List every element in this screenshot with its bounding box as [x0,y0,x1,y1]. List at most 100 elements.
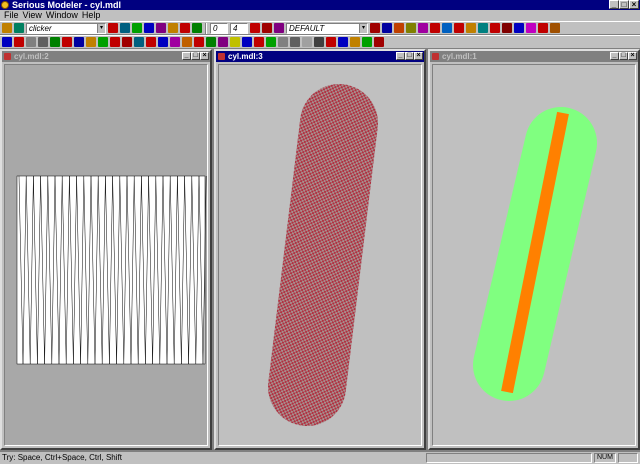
menu-file[interactable]: File [4,10,19,21]
toolbar-tool-icon[interactable] [206,37,216,47]
animation-combo-value: DEFAULT [289,23,325,33]
open-texture-icon[interactable] [14,23,24,33]
toolbar-tool-icon[interactable] [394,23,404,33]
toolbar-tool-icon[interactable] [2,37,12,47]
toolbar-tool-icon[interactable] [430,23,440,33]
toolbar-tool-icon[interactable] [110,37,120,47]
toolbar-tool-icon[interactable] [146,37,156,47]
toolbar-tool-icon[interactable] [158,37,168,47]
toolbar-tool-icon[interactable] [218,37,228,47]
app-icon [1,1,9,9]
toolbar-tool-icon[interactable] [350,37,360,47]
toolbar-tool-icon[interactable] [98,37,108,47]
toolbar-tool-icon[interactable] [62,37,72,47]
toolbar-tool-icon[interactable] [192,23,202,33]
mapping-viewport[interactable] [432,64,636,446]
toolbar-tool-icon[interactable] [550,23,560,33]
viewport-window-wireframe[interactable]: cyl.mdl:2 _ □ × [0,49,212,450]
toolbar-tool-icon[interactable] [266,37,276,47]
toolbar-tool-icon[interactable] [194,37,204,47]
toolbar-tool-icon[interactable] [362,37,372,47]
play-anim-icon[interactable] [262,23,272,33]
minimize-button[interactable]: _ [396,52,405,60]
toolbar-tool-icon[interactable] [302,37,312,47]
toolbar-tool-icon[interactable] [168,23,178,33]
toolbar-tool-icon[interactable] [170,37,180,47]
minimize-button[interactable]: _ [182,52,191,60]
close-button[interactable]: × [414,52,423,60]
play-icon[interactable] [250,23,260,33]
minimize-button[interactable]: _ [609,0,619,9]
toolbar-tool-icon[interactable] [120,23,130,33]
wireframe-viewport[interactable] [4,64,208,446]
menu-view[interactable]: View [23,10,42,21]
minimize-button[interactable]: _ [610,52,619,60]
toolbar-tool-icon[interactable] [406,23,416,33]
toolbar-tool-icon[interactable] [502,23,512,33]
window-title: cyl.mdl:1 [442,52,477,61]
menu-help[interactable]: Help [82,10,101,21]
toolbar-tool-icon[interactable] [538,23,548,33]
toolbar-tool-icon[interactable] [144,23,154,33]
num-lock-indicator: NUM [594,453,616,463]
toolbar-tool-icon[interactable] [156,23,166,33]
toolbar-tool-icon[interactable] [38,37,48,47]
open-model-icon[interactable] [2,23,12,33]
toolbar-tool-icon[interactable] [14,37,24,47]
toolbar-tool-icon[interactable] [278,37,288,47]
chevron-down-icon[interactable]: ▾ [97,23,105,33]
toolbar-tool-icon[interactable] [132,23,142,33]
toolbar-tool-icon[interactable] [466,23,476,33]
toolbar-tool-icon[interactable] [454,23,464,33]
toolbar-tool-icon[interactable] [526,23,536,33]
toolbar-tool-icon[interactable] [182,37,192,47]
close-button[interactable]: × [629,0,639,9]
toolbar-tool-icon[interactable] [514,23,524,33]
toolbar-separator [205,22,207,34]
close-button[interactable]: × [628,52,637,60]
toolbar-tool-icon[interactable] [418,23,428,33]
anim-settings-icon[interactable] [274,23,284,33]
title-bar: Serious Modeler - cyl.mdl _ □ × [0,0,640,10]
textured-viewport[interactable] [218,64,422,446]
toolbar-tool-icon[interactable] [180,23,190,33]
viewport-window-mapping[interactable]: cyl.mdl:1 _ □ × [428,49,640,450]
chevron-down-icon[interactable]: ▾ [359,23,367,33]
toolbar-tool-icon[interactable] [442,23,452,33]
toolbar-tool-icon[interactable] [382,23,392,33]
toolbar-tool-icon[interactable] [314,37,324,47]
toolbar-tool-icon[interactable] [50,37,60,47]
maximize-button[interactable]: □ [619,52,628,60]
texture-combo[interactable]: clicker ▾ [26,22,106,34]
toolbar-tool-icon[interactable] [134,37,144,47]
animation-combo[interactable]: DEFAULT ▾ [286,22,368,34]
viewport-window-textured[interactable]: cyl.mdl:3 _ □ × [214,49,426,450]
toolbar-tool-icon[interactable] [26,37,36,47]
window-title-bar[interactable]: cyl.mdl:1 _ □ × [430,51,638,62]
toolbar-tool-icon[interactable] [478,23,488,33]
toolbar-tool-icon[interactable] [338,37,348,47]
window-title-bar[interactable]: cyl.mdl:3 _ □ × [216,51,424,62]
toolbar-tool-icon[interactable] [242,37,252,47]
toolbar-tool-icon[interactable] [108,23,118,33]
toolbar-tool-icon[interactable] [86,37,96,47]
toolbar-tool-icon[interactable] [74,37,84,47]
close-button[interactable]: × [200,52,209,60]
toolbar-tool-icon[interactable] [230,37,240,47]
maximize-button[interactable]: □ [405,52,414,60]
textured-cylinder [268,84,378,426]
maximize-button[interactable]: □ [191,52,200,60]
model-icon [432,53,439,60]
window-title-bar[interactable]: cyl.mdl:2 _ □ × [2,51,210,62]
toolbar-tool-icon[interactable] [326,37,336,47]
toolbar-tool-icon[interactable] [370,23,380,33]
toolbar-tool-icon[interactable] [490,23,500,33]
frame-start-field[interactable]: 0 [210,22,228,34]
maximize-button[interactable]: □ [619,0,629,9]
toolbar-tool-icon[interactable] [122,37,132,47]
frame-end-field[interactable]: 4 [230,22,248,34]
toolbar-tool-icon[interactable] [374,37,384,47]
toolbar-tool-icon[interactable] [290,37,300,47]
menu-window[interactable]: Window [46,10,78,21]
toolbar-tool-icon[interactable] [254,37,264,47]
